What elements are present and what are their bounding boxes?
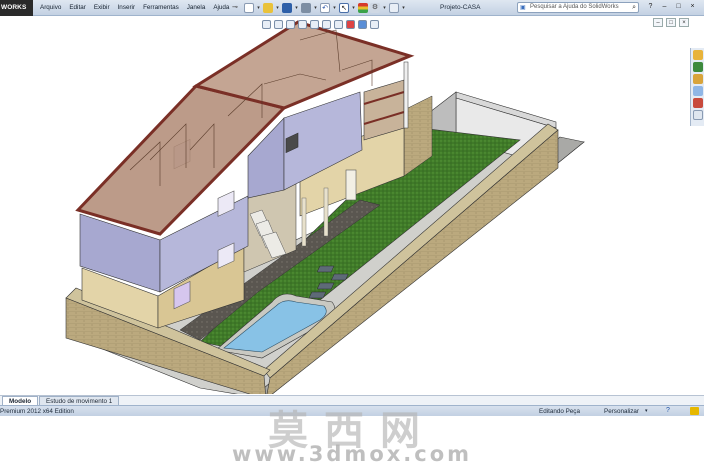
menu-exibir[interactable]: Exibir: [90, 0, 114, 16]
status-units[interactable]: Personalizar: [604, 406, 639, 417]
heads-up-view-toolbar: [262, 18, 379, 30]
title-bar: WORKS Arquivo Editar Exibir Inserir Ferr…: [0, 0, 704, 16]
section-view-icon[interactable]: [298, 19, 307, 29]
view-palette-icon[interactable]: [692, 86, 703, 96]
help-search-input[interactable]: ▣ Pesquisar a Ajuda do SolidWorks ⌕: [517, 2, 639, 13]
chevron-down-icon[interactable]: ▾: [382, 5, 387, 11]
tab-modelo[interactable]: Modelo: [2, 396, 39, 405]
options-icon[interactable]: ⚙: [370, 3, 380, 13]
document-title: Projeto-CASA: [440, 4, 481, 11]
solidworks-window: WORKS Arquivo Editar Exibir Inserir Ferr…: [0, 0, 704, 469]
status-mode: Editando Peça: [539, 408, 580, 415]
menu-inserir[interactable]: Inserir: [114, 0, 140, 16]
column: [323, 187, 329, 237]
appearances-icon[interactable]: [692, 98, 703, 108]
task-pane: [690, 48, 704, 126]
undo-icon[interactable]: ↶: [320, 3, 330, 13]
house-model[interactable]: [0, 16, 690, 394]
custom-properties-icon[interactable]: [692, 110, 703, 120]
view-settings-icon[interactable]: [370, 19, 379, 29]
help-icon[interactable]: ?: [666, 407, 670, 414]
previous-view-icon[interactable]: [286, 19, 295, 29]
resources-icon[interactable]: [692, 50, 703, 60]
chevron-down-icon[interactable]: ▾: [313, 5, 318, 11]
status-bar: Premium 2012 x64 Edition Editando Peça P…: [0, 405, 704, 416]
rebuild-icon[interactable]: [358, 3, 368, 13]
menu-bar: Arquivo Editar Exibir Inserir Ferramenta…: [36, 0, 233, 16]
view-orientation-icon[interactable]: [310, 19, 319, 29]
chevron-down-icon[interactable]: ▾: [275, 5, 280, 11]
menu-janela[interactable]: Janela: [183, 0, 210, 16]
design-library-icon[interactable]: [692, 62, 703, 72]
chevron-down-icon[interactable]: ▾: [256, 5, 261, 11]
doc-restore-button[interactable]: □: [666, 18, 676, 27]
restore-button[interactable]: □: [673, 1, 684, 13]
model-tabs: Modelo Estudo de movimento 1: [0, 395, 704, 405]
stepping-stone: [316, 265, 335, 273]
search-icon: ▣: [520, 5, 526, 11]
chevron-down-icon[interactable]: ▾: [332, 5, 337, 11]
magnifier-icon[interactable]: ⌕: [632, 3, 636, 12]
minimize-button[interactable]: –: [659, 1, 670, 13]
help-icon[interactable]: ?: [645, 1, 656, 13]
tab-motion-study[interactable]: Estudo de movimento 1: [39, 396, 120, 405]
menu-ajuda[interactable]: Ajuda: [209, 0, 233, 16]
menu-arquivo[interactable]: Arquivo: [36, 0, 65, 16]
doc-minimize-button[interactable]: –: [653, 18, 663, 27]
save-icon[interactable]: [282, 3, 292, 13]
scene-icon[interactable]: [358, 19, 367, 29]
balcony-pillar: [403, 61, 409, 129]
print-icon[interactable]: [301, 3, 311, 13]
new-icon[interactable]: [244, 3, 254, 13]
chevron-down-icon[interactable]: ▾: [351, 5, 356, 11]
file-explorer-icon[interactable]: [692, 74, 703, 84]
pin-icon[interactable]: ⊸: [232, 3, 238, 11]
watermark-url: www.3dmox.com: [231, 442, 473, 466]
open-icon[interactable]: [263, 3, 273, 13]
window-controls: ? – □ ×: [645, 1, 698, 13]
stepping-stone: [331, 273, 349, 281]
select-icon[interactable]: ↖: [339, 3, 349, 13]
app-logo[interactable]: WORKS: [0, 0, 33, 16]
document-window-controls: – □ ×: [653, 18, 689, 27]
doc-close-button[interactable]: ×: [679, 18, 689, 27]
menu-editar[interactable]: Editar: [65, 0, 89, 16]
view-icon[interactable]: [389, 3, 399, 13]
chevron-down-icon[interactable]: ▾: [401, 5, 406, 11]
graphics-area[interactable]: [0, 16, 690, 394]
stepping-stone: [308, 291, 327, 299]
zoom-area-icon[interactable]: [274, 19, 283, 29]
menu-ferramentas[interactable]: Ferramentas: [139, 0, 183, 16]
quick-access-toolbar: ▾ ▾ ▾ ▾ ↶ ▾ ↖ ▾ ⚙ ▾ ▾: [244, 1, 406, 15]
close-button[interactable]: ×: [687, 1, 698, 13]
display-style-icon[interactable]: [322, 19, 331, 29]
zoom-fit-icon[interactable]: [262, 19, 271, 29]
rebuild-status-icon[interactable]: [690, 407, 699, 415]
chevron-down-icon[interactable]: ▾: [645, 406, 648, 417]
status-edition: Premium 2012 x64 Edition: [0, 408, 74, 415]
door: [345, 169, 357, 201]
hide-show-icon[interactable]: [334, 19, 343, 29]
column: [301, 197, 307, 247]
help-search-placeholder: Pesquisar a Ajuda do SolidWorks: [530, 4, 619, 10]
stepping-stone: [316, 282, 335, 290]
chevron-down-icon[interactable]: ▾: [294, 5, 299, 11]
appearance-icon[interactable]: [346, 19, 355, 29]
